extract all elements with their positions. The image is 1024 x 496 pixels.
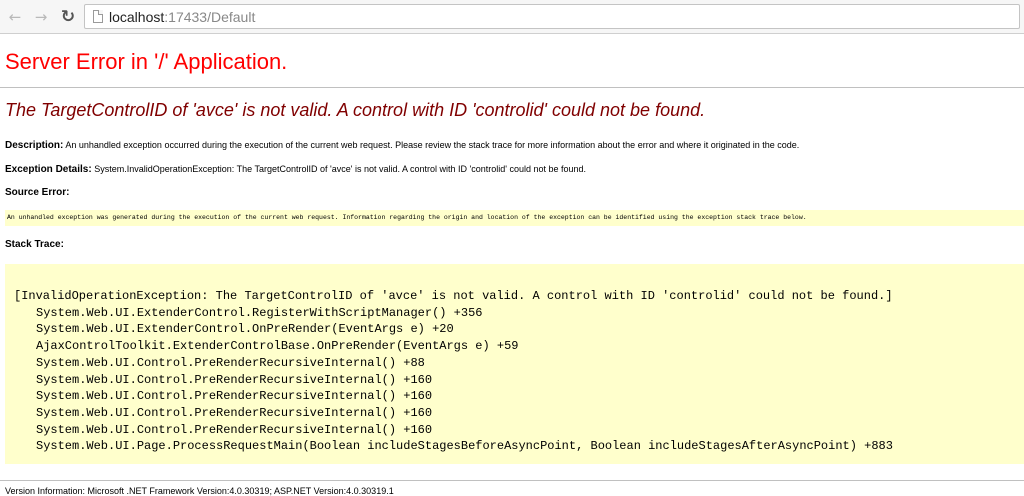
- title-divider: [0, 87, 1024, 88]
- address-bar[interactable]: localhost:17433/Default: [84, 4, 1020, 29]
- stack-trace-line: System.Web.UI.Control.PreRenderRecursive…: [36, 405, 433, 420]
- back-arrow-icon[interactable]: ←: [5, 7, 25, 27]
- reload-icon[interactable]: ↻: [58, 7, 78, 27]
- browser-toolbar: ← → ↻ localhost:17433/Default: [0, 0, 1024, 34]
- stack-trace-box: [InvalidOperationException: The TargetCo…: [5, 264, 1024, 464]
- url-host: localhost: [109, 8, 165, 25]
- source-error-box: An unhandled exception was generated dur…: [5, 210, 1024, 226]
- exception-details-line: Exception Details: System.InvalidOperati…: [5, 164, 586, 175]
- stack-trace-line: System.Web.UI.ExtenderControl.RegisterWi…: [36, 305, 483, 320]
- stack-trace-line: System.Web.UI.Control.PreRenderRecursive…: [36, 422, 433, 437]
- stack-trace-line: System.Web.UI.Control.PreRenderRecursive…: [36, 355, 425, 370]
- source-error-heading: Source Error:: [5, 187, 69, 198]
- url-text: localhost:17433/Default: [109, 9, 255, 25]
- forward-arrow-icon[interactable]: →: [31, 7, 51, 27]
- stack-trace-label: Stack Trace:: [5, 239, 64, 250]
- source-error-text: An unhandled exception was generated dur…: [7, 214, 807, 221]
- description-text: An unhandled exception occurred during t…: [65, 140, 800, 150]
- page-icon: [93, 10, 103, 23]
- exception-details-text: System.InvalidOperationException: The Ta…: [94, 164, 587, 174]
- source-error-label: Source Error:: [5, 187, 70, 198]
- stack-trace-line: System.Web.UI.Control.PreRenderRecursive…: [36, 389, 433, 404]
- description-line: Description: An unhandled exception occu…: [5, 140, 799, 151]
- url-path: :17433/Default: [164, 8, 256, 25]
- exception-details-label: Exception Details:: [5, 164, 92, 175]
- stack-trace-line: AjaxControlToolkit.ExtenderControlBase.O…: [36, 339, 519, 354]
- version-information: Version Information: Microsoft .NET Fram…: [5, 486, 394, 496]
- footer-divider: [0, 480, 1024, 481]
- stack-trace-line: [InvalidOperationException: The TargetCo…: [14, 289, 893, 303]
- stack-trace-line: System.Web.UI.Page.ProcessRequestMain(Bo…: [36, 439, 893, 454]
- stack-trace-text: [InvalidOperationException: The TargetCo…: [14, 288, 893, 455]
- stack-trace-line: System.Web.UI.Control.PreRenderRecursive…: [36, 372, 433, 387]
- stack-trace-heading: Stack Trace:: [5, 239, 64, 250]
- stack-trace-line: System.Web.UI.ExtenderControl.OnPreRende…: [36, 322, 454, 337]
- page-title: Server Error in '/' Application.: [5, 49, 288, 74]
- description-label: Description:: [5, 140, 64, 151]
- error-message: The TargetControlID of 'avce' is not val…: [5, 100, 706, 120]
